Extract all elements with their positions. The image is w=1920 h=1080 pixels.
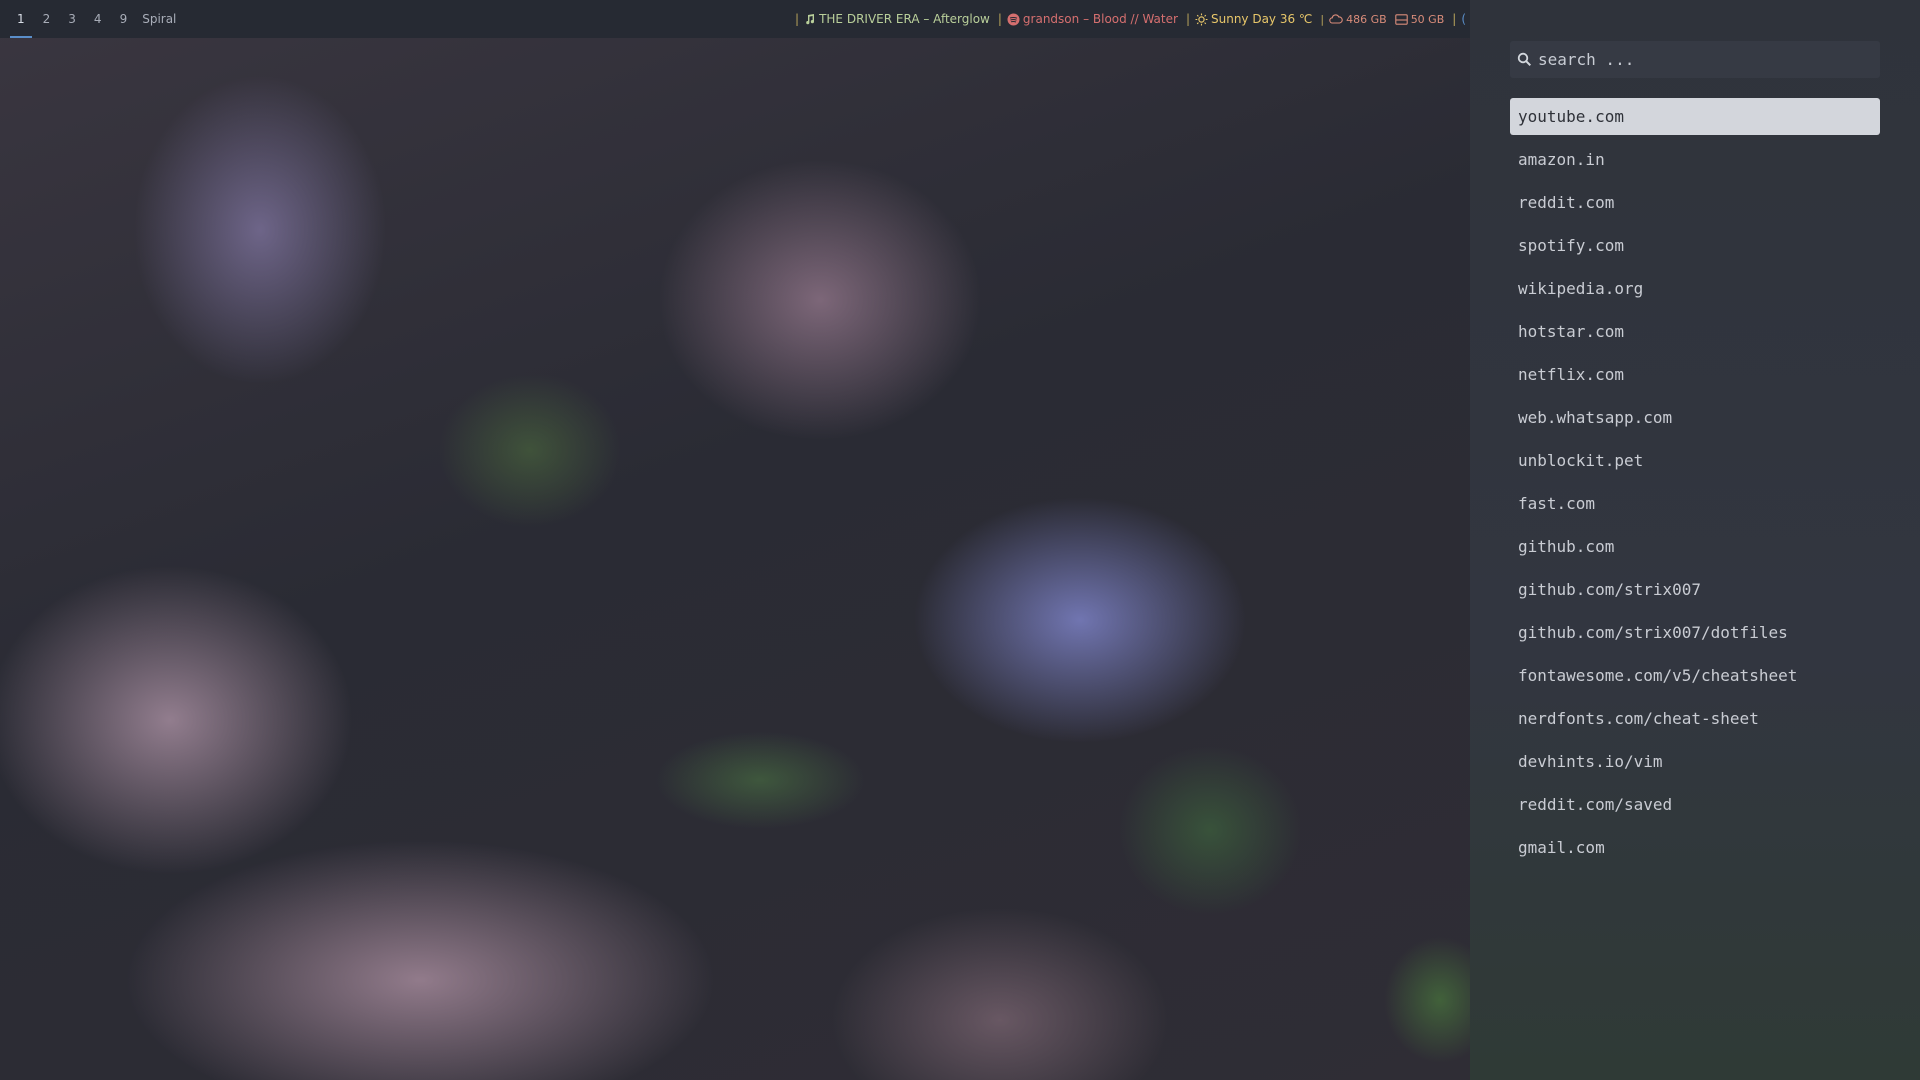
- result-item[interactable]: unblockit.pet: [1510, 442, 1880, 479]
- status-bar: 1 2 3 4 9 Spiral | THE DRIVER ERA – Afte…: [0, 0, 1470, 38]
- result-item[interactable]: reddit.com/saved: [1510, 786, 1880, 823]
- status-modules: | THE DRIVER ERA – Afterglow | grandson …: [791, 0, 1470, 38]
- separator: |: [795, 12, 800, 26]
- separator: |: [1185, 12, 1190, 26]
- result-item[interactable]: fontawesome.com/v5/cheatsheet: [1510, 657, 1880, 694]
- result-item[interactable]: github.com/strix007/dotfiles: [1510, 614, 1880, 651]
- result-item[interactable]: netflix.com: [1510, 356, 1880, 393]
- separator: |: [997, 12, 1002, 26]
- next-track-text: grandson – Blood // Water: [1022, 12, 1178, 26]
- result-item[interactable]: nerdfonts.com/cheat-sheet: [1510, 700, 1880, 737]
- separator: |: [1452, 12, 1457, 26]
- truncated-module: | (: [1448, 12, 1470, 26]
- result-item[interactable]: devhints.io/vim: [1510, 743, 1880, 780]
- workspace-2[interactable]: 2: [34, 0, 60, 38]
- desktop-wallpaper: [0, 0, 1470, 1080]
- result-item[interactable]: spotify.com: [1510, 227, 1880, 264]
- result-item[interactable]: github.com/strix007: [1510, 571, 1880, 608]
- cloud-icon: [1329, 13, 1343, 24]
- result-item[interactable]: youtube.com: [1510, 98, 1880, 135]
- result-item[interactable]: amazon.in: [1510, 141, 1880, 178]
- result-item[interactable]: web.whatsapp.com: [1510, 399, 1880, 436]
- workspace-1[interactable]: 1: [8, 0, 34, 38]
- workspace-list: 1 2 3 4 9 Spiral: [8, 0, 182, 38]
- results-list: youtube.com amazon.in reddit.com spotify…: [1510, 98, 1880, 872]
- next-track[interactable]: | grandson – Blood // Water: [994, 12, 1182, 26]
- sun-icon: [1195, 13, 1208, 25]
- result-item[interactable]: gmail.com: [1510, 829, 1880, 866]
- now-playing[interactable]: | THE DRIVER ERA – Afterglow: [791, 12, 994, 26]
- search-box[interactable]: [1510, 41, 1880, 78]
- now-playing-text: THE DRIVER ERA – Afterglow: [819, 12, 990, 26]
- separator: |: [1320, 12, 1325, 26]
- hard-drive-icon: [1394, 13, 1408, 25]
- layout-indicator[interactable]: Spiral: [136, 0, 182, 38]
- search-input[interactable]: [1536, 49, 1860, 70]
- weather-text: Sunny Day 36 ℃: [1210, 12, 1313, 26]
- music-note-icon: [806, 14, 815, 25]
- result-item[interactable]: reddit.com: [1510, 184, 1880, 221]
- workspace-4[interactable]: 4: [85, 0, 111, 38]
- weather-widget[interactable]: | Sunny Day 36 ℃: [1182, 12, 1316, 26]
- disk-home-text: 50 GB: [1410, 12, 1445, 26]
- clipped-icon: (: [1461, 12, 1466, 26]
- workspace-3[interactable]: 3: [59, 0, 85, 38]
- result-item[interactable]: wikipedia.org: [1510, 270, 1880, 307]
- magnifier-icon: [1517, 52, 1532, 67]
- disk-root-text: 486 GB: [1346, 12, 1387, 26]
- result-item[interactable]: hotstar.com: [1510, 313, 1880, 350]
- result-item[interactable]: github.com: [1510, 528, 1880, 565]
- result-item[interactable]: fast.com: [1510, 485, 1880, 522]
- workspace-9[interactable]: 9: [111, 0, 137, 38]
- disk-home[interactable]: 50 GB: [1391, 13, 1449, 26]
- disk-root[interactable]: | 486 GB: [1316, 13, 1390, 26]
- spotify-icon: [1007, 13, 1020, 25]
